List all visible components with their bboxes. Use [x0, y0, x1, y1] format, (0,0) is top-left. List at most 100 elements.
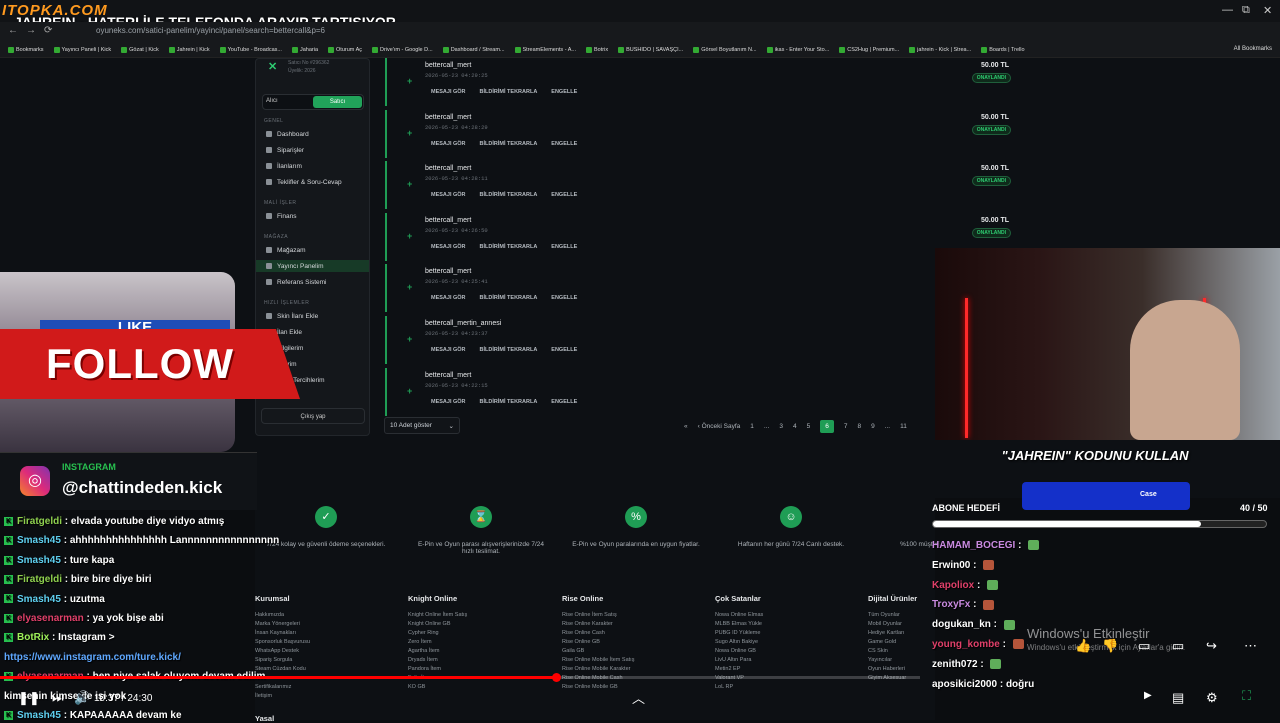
chat-icon[interactable]: ▭ — [1172, 638, 1184, 654]
expand-icon[interactable]: + — [407, 76, 412, 86]
bookmark-item[interactable]: Yayıncı Paneli | Kick — [53, 46, 111, 53]
footer-link[interactable]: Hediye Kartları — [868, 629, 904, 638]
expand-icon[interactable]: + — [407, 179, 412, 189]
footer-link[interactable]: Sugo Altın Bakiye — [715, 638, 758, 647]
share-icon[interactable]: ↪ — [1206, 638, 1217, 654]
all-bookmarks-button[interactable]: All Bookmarks — [1234, 46, 1272, 52]
comment-icon[interactable]: ▭ — [1138, 638, 1150, 654]
footer-link[interactable]: Sipariş Sorgula — [255, 656, 292, 665]
sidebar-item[interactable]: Siparişler — [266, 147, 304, 154]
footer-link[interactable]: Knight Online GB — [408, 620, 451, 629]
more-icon[interactable]: ⋯ — [1244, 638, 1257, 654]
seller-tab[interactable]: Satıcı — [313, 96, 362, 108]
view-message-button[interactable]: MESAJI GÖR — [431, 399, 466, 405]
footer-link[interactable]: MLBB Elmas Yükle — [715, 620, 762, 629]
sidebar-item[interactable]: Mağazam — [266, 247, 306, 254]
sidebar-item[interactable]: Dashboard — [266, 131, 309, 138]
expand-icon[interactable]: + — [407, 334, 412, 344]
logout-button[interactable]: Çıkış yap — [261, 408, 365, 424]
view-message-button[interactable]: MESAJI GÖR — [431, 295, 466, 301]
sidebar-item[interactable]: Yayıncı Panelim — [266, 263, 323, 270]
bookmark-item[interactable]: CS2Hug | Premium... — [839, 46, 899, 53]
next-icon[interactable]: ⏭ — [52, 690, 64, 706]
footer-link[interactable]: LivU Altın Para — [715, 656, 751, 665]
footer-link[interactable]: Hakkımızda — [255, 611, 284, 620]
maximize-button[interactable]: ⧉ — [1242, 4, 1250, 17]
subtitles-icon[interactable]: ▤ — [1172, 690, 1184, 706]
footer-link[interactable]: Rise Online Cash — [562, 629, 605, 638]
close-button[interactable]: ✕ — [1263, 4, 1272, 17]
bookmark-item[interactable]: Drive'ım - Google D... — [372, 46, 433, 53]
view-message-button[interactable]: MESAJI GÖR — [431, 347, 466, 353]
expand-icon[interactable]: + — [407, 128, 412, 138]
page-button[interactable]: 6 — [820, 420, 834, 433]
page-button[interactable]: ... — [885, 423, 890, 430]
page-button[interactable]: ... — [764, 423, 769, 430]
footer-link[interactable]: Pandora İtem — [408, 665, 441, 674]
footer-link[interactable]: Oyun Haberleri — [868, 665, 905, 674]
sidebar-item[interactable]: Skin İlanı Ekle — [266, 313, 318, 320]
bookmark-item[interactable]: Boards | Trello — [981, 46, 1025, 53]
progress-knob[interactable] — [552, 673, 561, 682]
footer-link[interactable]: Rise Online Mobile Karakter — [562, 665, 630, 674]
sidebar-item[interactable]: İlanlarım — [266, 163, 302, 170]
repeat-notification-button[interactable]: BİLDİRİMİ TEKRARLA — [480, 141, 538, 147]
footer-link[interactable]: Cypher Ring — [408, 629, 439, 638]
first-page-button[interactable]: « — [684, 423, 688, 430]
footer-link[interactable]: Metin2 EP — [715, 665, 740, 674]
bookmark-item[interactable]: BUSHIDO | SAVAŞÇI... — [618, 46, 683, 53]
bookmark-item[interactable]: Dashboard / Stream... — [442, 46, 505, 53]
footer-link[interactable]: Knight Online İtem Satış — [408, 611, 467, 620]
buyer-tab[interactable]: Alıcı — [266, 98, 278, 104]
footer-link[interactable]: Game Gold — [868, 638, 896, 647]
bookmark-item[interactable]: Görsel Boyutlanım N... — [693, 46, 757, 53]
repeat-notification-button[interactable]: BİLDİRİMİ TEKRARLA — [480, 89, 538, 95]
expand-icon[interactable]: + — [407, 231, 412, 241]
footer-link[interactable]: Nowa Online Elmas — [715, 611, 763, 620]
footer-link[interactable]: Mobil Oyunlar — [868, 620, 902, 629]
footer-link[interactable]: Rise Online Karakter — [562, 620, 613, 629]
page-button[interactable]: 3 — [779, 423, 783, 430]
sidebar-item[interactable]: Teklifler & Soru-Cevap — [266, 179, 342, 186]
sidebar-item[interactable]: Referans Sistemi — [266, 279, 327, 286]
page-button[interactable]: 4 — [793, 423, 797, 430]
repeat-notification-button[interactable]: BİLDİRİMİ TEKRARLA — [480, 192, 538, 198]
footer-link[interactable]: Gaila GB — [562, 647, 584, 656]
bookmark-item[interactable]: YouTube - Broadcas... — [219, 46, 282, 53]
footer-link[interactable]: PUBG ID Yükleme — [715, 629, 760, 638]
view-message-button[interactable]: MESAJI GÖR — [431, 244, 466, 250]
block-button[interactable]: ENGELLE — [551, 244, 577, 250]
view-message-button[interactable]: MESAJI GÖR — [431, 141, 466, 147]
block-button[interactable]: ENGELLE — [551, 399, 577, 405]
footer-link[interactable]: Agartha İtem — [408, 647, 440, 656]
repeat-notification-button[interactable]: BİLDİRİMİ TEKRARLA — [480, 244, 538, 250]
sidebar-item[interactable]: Finans — [266, 213, 297, 220]
footer-link[interactable]: Sertifikalarımız — [255, 683, 291, 692]
block-button[interactable]: ENGELLE — [551, 192, 577, 198]
footer-link[interactable]: Zero İtem — [408, 638, 432, 647]
bookmark-item[interactable]: Jahrein | Kick — [168, 46, 210, 53]
view-message-button[interactable]: MESAJI GÖR — [431, 192, 466, 198]
expand-icon[interactable]: + — [407, 386, 412, 396]
prev-page-button[interactable]: ‹ Önceki Sayfa — [698, 423, 741, 430]
footer-link[interactable]: KO GB — [408, 683, 425, 692]
footer-link[interactable]: Dryads İtem — [408, 656, 438, 665]
block-button[interactable]: ENGELLE — [551, 295, 577, 301]
chevron-up-icon[interactable]: ︿ — [632, 688, 645, 707]
fullscreen-icon[interactable]: ⛶ — [1242, 688, 1251, 704]
bookmark-item[interactable]: Oturum Aç — [328, 46, 362, 53]
bookmark-item[interactable]: Jaharia — [291, 46, 318, 53]
minimize-button[interactable]: — — [1222, 4, 1233, 16]
repeat-notification-button[interactable]: BİLDİRİMİ TEKRARLA — [480, 295, 538, 301]
footer-link[interactable]: Rise Online GB — [562, 638, 600, 647]
footer-link[interactable]: Sponsorluk Başvurusu — [255, 638, 310, 647]
page-button[interactable]: 1 — [750, 423, 754, 430]
url-field[interactable]: oyuneks.com/satici-panelim/yayinci/panel… — [96, 26, 325, 35]
bookmark-item[interactable]: jahrein - Kick | Strea... — [909, 46, 971, 53]
footer-link[interactable]: İnsan Kaynakları — [255, 629, 296, 638]
bookmark-item[interactable]: Bookmarks — [8, 46, 44, 53]
settings-gear-icon[interactable]: ⚙ — [1206, 690, 1218, 706]
footer-link[interactable]: Rise Online Mobile GB — [562, 683, 618, 692]
footer-link[interactable]: Yayıncılar — [868, 656, 892, 665]
bookmark-item[interactable]: StreamElements - A... — [514, 46, 576, 53]
